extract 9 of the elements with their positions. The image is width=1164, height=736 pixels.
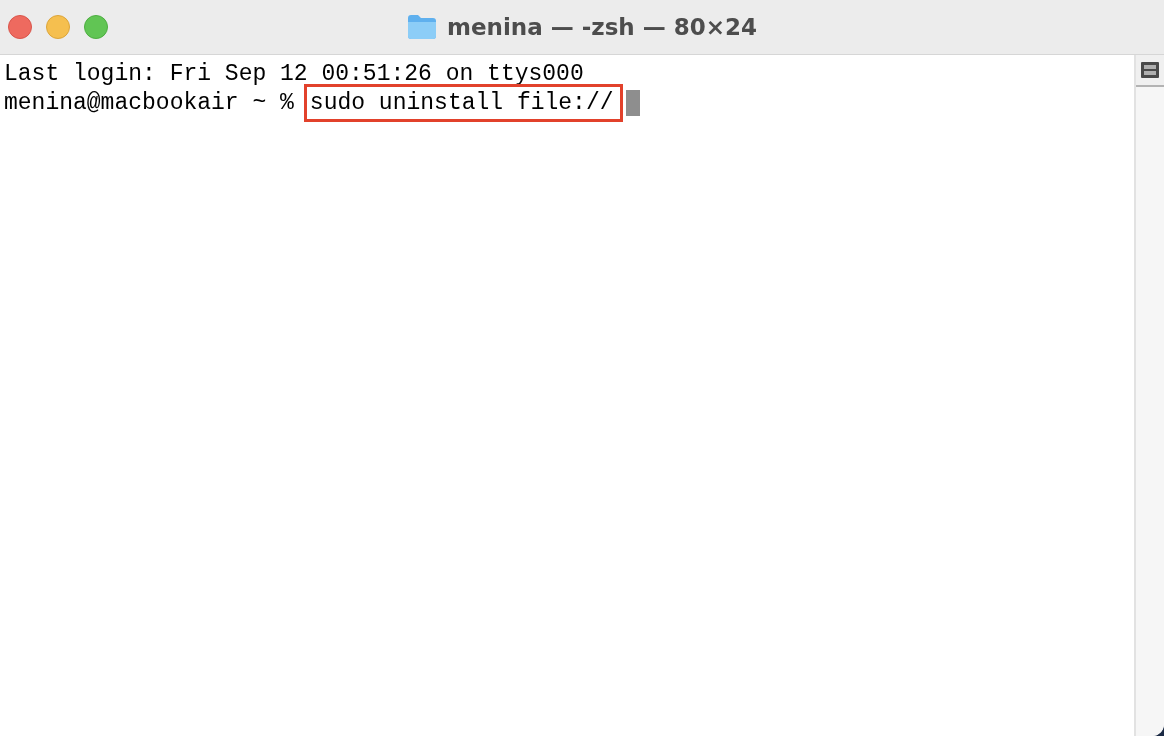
- split-pane-button[interactable]: [1136, 55, 1164, 87]
- split-icon: [1141, 62, 1159, 78]
- zoom-button[interactable]: [84, 15, 108, 39]
- window-title: menina — -zsh — 80×24: [447, 14, 757, 40]
- highlighted-command: sudo uninstall file://: [303, 83, 623, 122]
- shell-prompt: menina@macbookair ~ %: [4, 88, 294, 117]
- minimize-button[interactable]: [46, 15, 70, 39]
- close-button[interactable]: [8, 15, 32, 39]
- folder-icon: [407, 14, 437, 40]
